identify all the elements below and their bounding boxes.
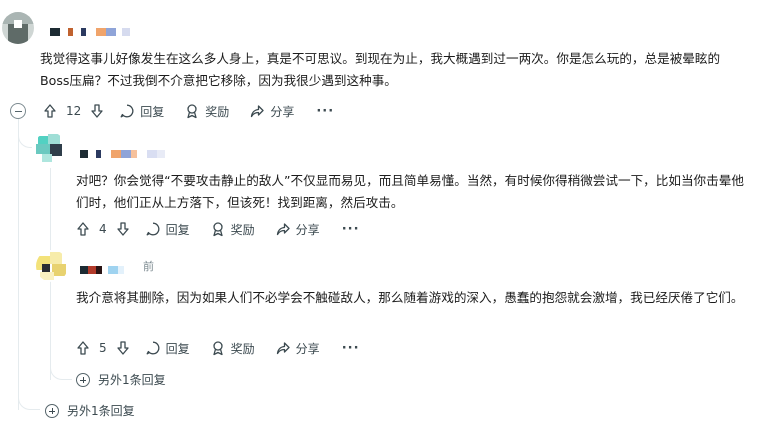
award-button[interactable]: 奖励 <box>210 218 255 240</box>
avatar[interactable] <box>2 12 34 44</box>
more-options-button[interactable]: ··· <box>316 104 334 119</box>
username-redacted[interactable] <box>80 150 165 158</box>
collapse-thread-button[interactable] <box>10 103 26 119</box>
username-tail: 前 <box>143 260 154 273</box>
avatar[interactable] <box>36 250 68 282</box>
vote-count: 4 <box>99 222 107 236</box>
comment-bubble-icon <box>120 104 134 118</box>
comment-bubble-icon <box>146 222 160 236</box>
comment-bubble-icon <box>146 341 160 355</box>
vote-count: 5 <box>99 341 107 355</box>
avatar[interactable] <box>34 132 66 164</box>
award-button[interactable]: 奖励 <box>210 337 255 359</box>
comment-body: 我介意将其删除，因为如果人们不必学会不触碰敌人，那么随着游戏的深入，愚蠢的抱怨就… <box>76 290 744 305</box>
award-button[interactable]: 奖励 <box>184 100 229 122</box>
username-redacted[interactable] <box>80 266 140 274</box>
share-icon <box>251 105 264 118</box>
award-icon <box>213 341 223 356</box>
upvote-icon[interactable] <box>75 218 91 240</box>
thread-line-root <box>18 118 19 410</box>
thread-elbow-more-2 <box>18 390 40 410</box>
share-button[interactable]: 分享 <box>275 218 320 240</box>
downvote-icon[interactable] <box>115 337 131 359</box>
plus-circle-icon <box>45 403 59 418</box>
more-replies-link[interactable]: 另外1条回复 <box>45 402 135 419</box>
username-redacted[interactable] <box>50 28 130 36</box>
award-icon <box>187 104 197 119</box>
share-button[interactable]: 分享 <box>249 100 294 122</box>
comment-body: 我觉得这事儿好像发生在这么多人身上，真是不可思议。到现在为止，我大概遇到过一两次… <box>40 51 721 88</box>
comment-actions: 12 回复 奖励 分享 ··· <box>42 100 334 122</box>
award-icon <box>213 222 223 237</box>
comment-body: 对吧？你会觉得“不要攻击静止的敌人”不仅显而易见，而且简单易懂。当然，有时候你得… <box>76 173 744 210</box>
upvote-icon[interactable] <box>42 100 58 122</box>
thread-elbow-more-1 <box>50 360 72 380</box>
vote-count: 12 <box>66 104 82 118</box>
reply-button[interactable]: 回复 <box>145 218 190 240</box>
share-icon <box>276 223 290 236</box>
reply-button[interactable]: 回复 <box>145 337 190 359</box>
more-options-button[interactable]: ··· <box>342 341 360 356</box>
upvote-icon[interactable] <box>75 337 91 359</box>
share-button[interactable]: 分享 <box>275 337 320 359</box>
comment-actions: 5 回复 奖励 分享 ··· <box>75 337 360 359</box>
downvote-icon[interactable] <box>89 100 105 122</box>
reply-button[interactable]: 回复 <box>119 100 164 122</box>
comment-actions: 4 回复 奖励 分享 ··· <box>75 218 360 240</box>
more-options-button[interactable]: ··· <box>342 222 360 237</box>
more-replies-link[interactable]: 另外1条回复 <box>76 371 166 388</box>
share-icon <box>276 342 290 355</box>
thread-elbow-reply-1 <box>18 128 32 148</box>
plus-circle-icon <box>76 372 90 387</box>
downvote-icon[interactable] <box>115 218 131 240</box>
